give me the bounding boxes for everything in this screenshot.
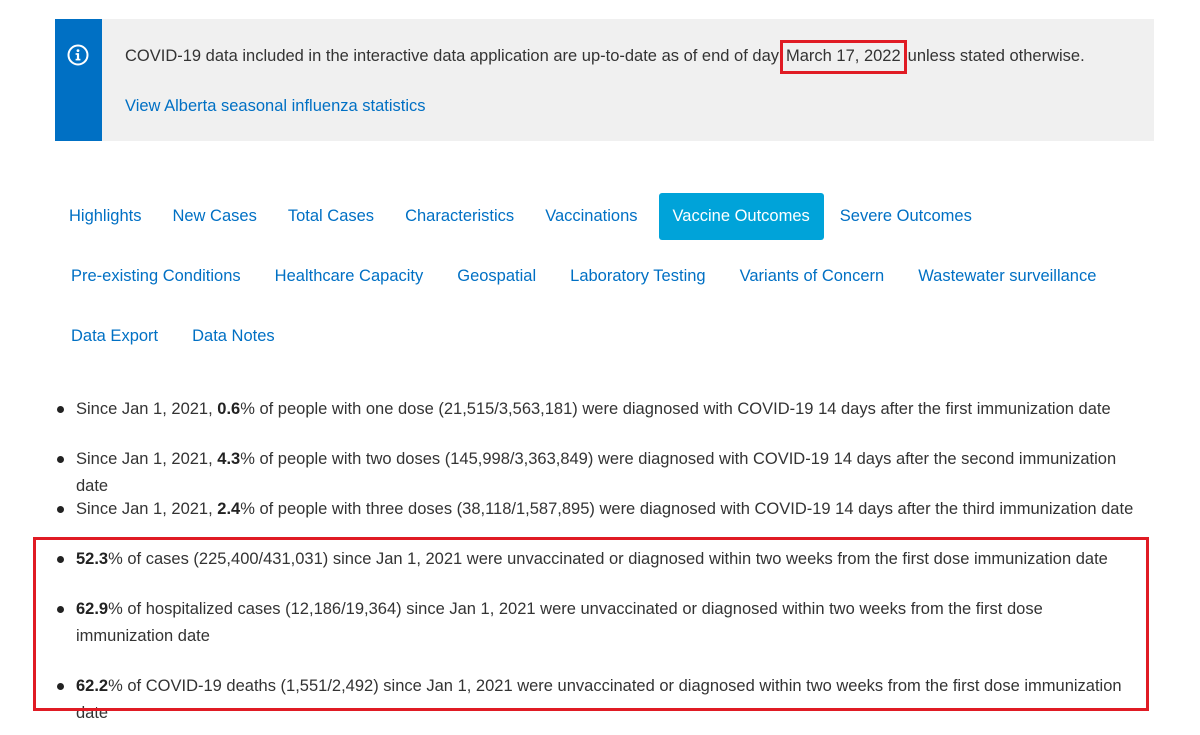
list-item: Since Jan 1, 2021, 4.3% of people with t… xyxy=(55,446,1136,500)
bullet-text: % of cases (225,400/431,031) since Jan 1… xyxy=(108,550,1108,568)
bullet-text: % of people with one dose (21,515/3,563,… xyxy=(240,400,1111,418)
bullet-dot xyxy=(57,556,64,563)
bullet-percentage: 62.2 xyxy=(76,677,109,695)
tab-row-1: Highlights New Cases Total Cases Charact… xyxy=(55,193,989,240)
info-icon xyxy=(67,44,89,66)
bullet-percentage: 0.6 xyxy=(217,400,241,418)
tab-wastewater-surveillance[interactable]: Wastewater surveillance xyxy=(902,253,1111,300)
tab-vaccinations[interactable]: Vaccinations xyxy=(531,193,651,240)
notice-text: COVID-19 data included in the interactiv… xyxy=(125,40,1085,74)
data-currency-notice: COVID-19 data included in the interactiv… xyxy=(55,19,1154,141)
tab-variants-of-concern[interactable]: Variants of Concern xyxy=(724,253,900,300)
list-item: Since Jan 1, 2021, 2.4% of people with t… xyxy=(55,496,1136,523)
notice-date: March 17, 2022 xyxy=(786,47,901,65)
tab-geospatial[interactable]: Geospatial xyxy=(441,253,551,300)
tab-characteristics[interactable]: Characteristics xyxy=(391,193,528,240)
tab-row-2: Pre-existing Conditions Healthcare Capac… xyxy=(55,253,1114,300)
tab-laboratory-testing[interactable]: Laboratory Testing xyxy=(554,253,720,300)
bullet-prefix: Since Jan 1, 2021, xyxy=(76,450,218,468)
tab-highlights[interactable]: Highlights xyxy=(55,193,155,240)
tab-data-notes[interactable]: Data Notes xyxy=(176,313,290,360)
tab-new-cases[interactable]: New Cases xyxy=(158,193,270,240)
bullet-text: % of people with three doses (38,118/1,5… xyxy=(240,500,1134,518)
list-item: 62.2% of COVID-19 deaths (1,551/2,492) s… xyxy=(55,673,1136,727)
bullet-percentage: 4.3 xyxy=(217,450,241,468)
bullet-dot xyxy=(57,456,64,463)
tab-row-3: Data Export Data Notes xyxy=(55,313,293,360)
list-item: Since Jan 1, 2021, 0.6% of people with o… xyxy=(55,396,1136,423)
bullet-text: % of COVID-19 deaths (1,551/2,492) since… xyxy=(76,677,1122,722)
bullet-prefix: Since Jan 1, 2021, xyxy=(76,400,218,418)
bullet-percentage: 2.4 xyxy=(217,500,241,518)
bullet-dot xyxy=(57,683,64,690)
notice-accent-bar xyxy=(55,19,102,141)
tab-healthcare-capacity[interactable]: Healthcare Capacity xyxy=(259,253,439,300)
tab-severe-outcomes[interactable]: Severe Outcomes xyxy=(826,193,986,240)
list-item: 52.3% of cases (225,400/431,031) since J… xyxy=(55,546,1136,573)
notice-text-before: COVID-19 data included in the interactiv… xyxy=(125,47,779,65)
tab-total-cases[interactable]: Total Cases xyxy=(274,193,388,240)
list-item: 62.9% of hospitalized cases (12,186/19,3… xyxy=(55,596,1136,650)
bullet-prefix: Since Jan 1, 2021, xyxy=(76,500,218,518)
notice-date-highlight: March 17, 2022 xyxy=(780,40,907,74)
tab-data-export[interactable]: Data Export xyxy=(55,313,173,360)
notice-text-after: unless stated otherwise. xyxy=(907,47,1085,65)
bullet-dot xyxy=(57,406,64,413)
tab-vaccine-outcomes[interactable]: Vaccine Outcomes xyxy=(658,193,824,240)
bullet-dot xyxy=(57,606,64,613)
bullet-text: % of hospitalized cases (12,186/19,364) … xyxy=(76,600,1043,645)
bullet-percentage: 62.9 xyxy=(76,600,109,618)
tab-pre-existing-conditions[interactable]: Pre-existing Conditions xyxy=(55,253,256,300)
influenza-stats-link[interactable]: View Alberta seasonal influenza statisti… xyxy=(125,96,426,116)
bullet-dot xyxy=(57,506,64,513)
bullet-percentage: 52.3 xyxy=(76,550,109,568)
